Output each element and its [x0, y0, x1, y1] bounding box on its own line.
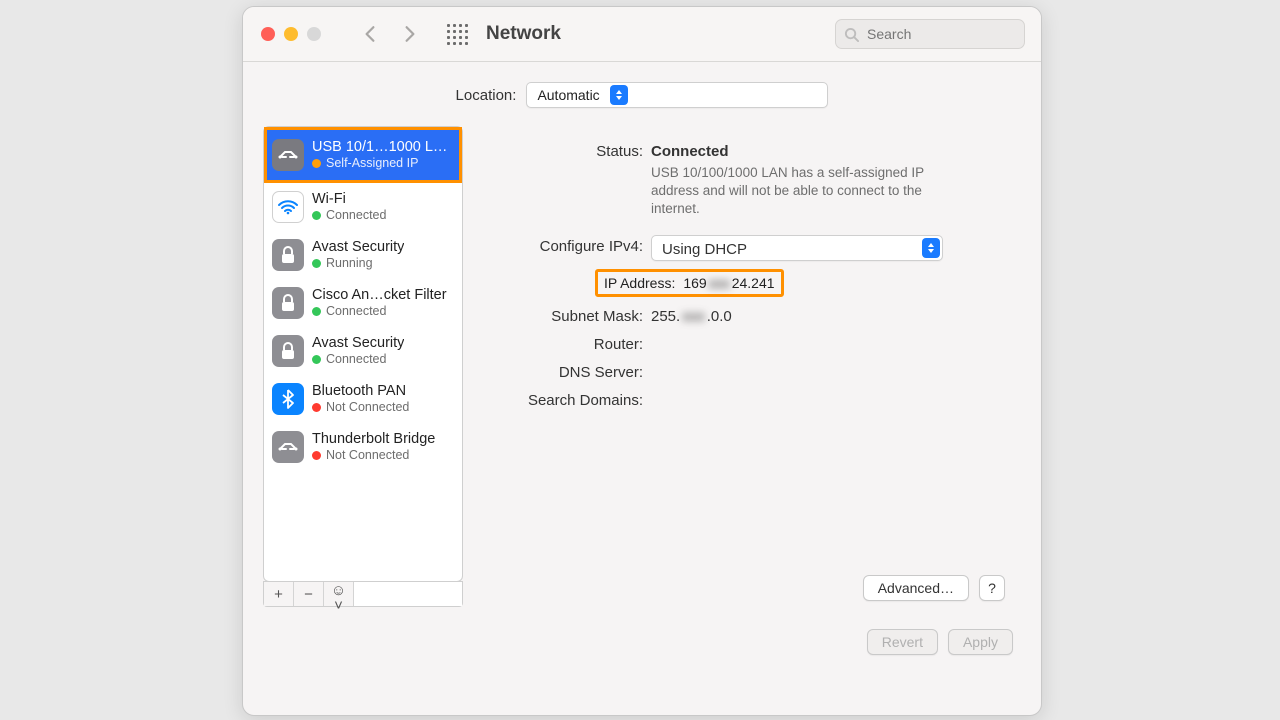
subnet-mask-label: Subnet Mask:: [481, 305, 651, 325]
configure-ipv4-value: Using DHCP: [652, 238, 757, 258]
service-name: Wi-Fi: [312, 191, 386, 208]
search-domains-label: Search Domains:: [481, 389, 651, 409]
search-input[interactable]: [865, 25, 1016, 43]
service-item-0[interactable]: USB 10/1…1000 LANSelf-Assigned IP: [264, 127, 462, 183]
window-controls: [243, 27, 321, 41]
service-status: Not Connected: [312, 448, 435, 462]
pane-title: Network: [486, 23, 561, 45]
service-name: Cisco An…cket Filter: [312, 287, 447, 304]
lock-icon: [272, 287, 304, 319]
service-status: Connected: [312, 208, 386, 222]
service-status: Self-Assigned IP: [312, 156, 452, 170]
service-name: USB 10/1…1000 LAN: [312, 139, 452, 156]
more-actions-button[interactable]: ☺︎˅: [324, 582, 354, 606]
search-field[interactable]: [835, 19, 1025, 49]
service-item-1[interactable]: Wi-FiConnected: [268, 183, 458, 231]
zoom-button[interactable]: [307, 27, 321, 41]
service-detail: Status: Connected USB 10/100/1000 LAN ha…: [481, 126, 1021, 607]
service-status: Not Connected: [312, 400, 409, 414]
status-value: Connected: [651, 140, 961, 160]
eth-icon: [272, 139, 304, 171]
revert-button[interactable]: Revert: [867, 629, 938, 655]
eth-icon: [272, 431, 304, 463]
lock-icon: [272, 335, 304, 367]
service-item-6[interactable]: Thunderbolt BridgeNot Connected: [268, 423, 458, 471]
location-select[interactable]: Automatic: [526, 82, 828, 108]
chevron-updown-icon: [610, 85, 628, 105]
dns-server-label: DNS Server:: [481, 361, 651, 381]
location-label: Location:: [456, 87, 517, 104]
close-button[interactable]: [261, 27, 275, 41]
service-item-5[interactable]: Bluetooth PANNot Connected: [268, 375, 458, 423]
service-item-3[interactable]: Cisco An…cket FilterConnected: [268, 279, 458, 327]
apply-button[interactable]: Apply: [948, 629, 1013, 655]
advanced-button[interactable]: Advanced…: [863, 575, 969, 601]
service-name: Avast Security: [312, 335, 404, 352]
status-label: Status:: [481, 140, 651, 160]
status-dot-icon: [312, 159, 321, 168]
bt-icon: [272, 383, 304, 415]
service-item-2[interactable]: Avast SecurityRunning: [268, 231, 458, 279]
remove-service-button[interactable]: −: [294, 582, 324, 606]
network-services-sidebar: USB 10/1…1000 LANSelf-Assigned IPWi-FiCo…: [263, 126, 463, 607]
forward-button[interactable]: [401, 25, 419, 43]
service-item-4[interactable]: Avast SecurityConnected: [268, 327, 458, 375]
status-dot-icon: [312, 211, 321, 220]
lock-icon: [272, 239, 304, 271]
service-name: Thunderbolt Bridge: [312, 431, 435, 448]
service-name: Avast Security: [312, 239, 404, 256]
ip-address-value: 169xxx24.241: [683, 275, 774, 291]
service-status: Running: [312, 256, 404, 270]
router-label: Router:: [481, 333, 651, 353]
minimize-button[interactable]: [284, 27, 298, 41]
service-status: Connected: [312, 304, 447, 318]
titlebar: Network: [243, 7, 1041, 62]
footer-buttons: Revert Apply: [243, 607, 1041, 655]
chevron-updown-icon: [922, 238, 940, 258]
show-all-button[interactable]: [447, 24, 468, 45]
subnet-mask-value: 255.xxx.0.0: [651, 305, 732, 325]
system-prefs-window: Network Location: Automatic USB 10/1…100…: [242, 6, 1042, 716]
wifi-icon: [272, 191, 304, 223]
configure-ipv4-select[interactable]: Using DHCP: [651, 235, 943, 261]
service-status: Connected: [312, 352, 404, 366]
status-dot-icon: [312, 259, 321, 268]
toolbar-spacer: [354, 582, 462, 606]
status-description: USB 10/100/1000 LAN has a self-assigned …: [651, 164, 961, 219]
status-dot-icon: [312, 307, 321, 316]
add-service-button[interactable]: +: [264, 582, 294, 606]
service-name: Bluetooth PAN: [312, 383, 409, 400]
status-dot-icon: [312, 403, 321, 412]
location-value: Automatic: [527, 87, 609, 103]
service-list-toolbar: + − ☺︎˅: [263, 581, 463, 607]
configure-ipv4-label: Configure IPv4:: [481, 235, 651, 255]
search-icon: [844, 27, 865, 42]
ip-address-highlight: IP Address: 169xxx24.241: [595, 269, 784, 297]
status-dot-icon: [312, 451, 321, 460]
service-list[interactable]: USB 10/1…1000 LANSelf-Assigned IPWi-FiCo…: [263, 126, 463, 582]
nav-arrows: [361, 25, 419, 43]
ip-address-label: IP Address:: [604, 275, 675, 291]
status-dot-icon: [312, 355, 321, 364]
help-button[interactable]: ?: [979, 575, 1005, 601]
back-button[interactable]: [361, 25, 379, 43]
location-row: Location: Automatic: [243, 82, 1041, 108]
